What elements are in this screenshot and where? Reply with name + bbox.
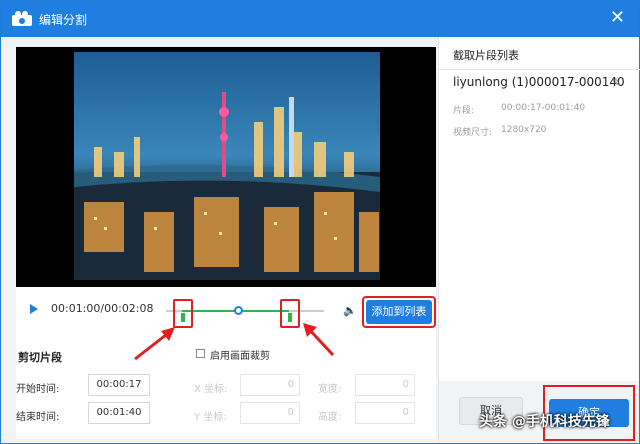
camera-app-icon	[12, 11, 32, 26]
close-icon[interactable]: ✕	[610, 9, 625, 27]
divider	[439, 69, 640, 70]
width-label: 宽度:	[318, 384, 342, 395]
add-button-highlight: 添加到列表	[362, 296, 436, 328]
video-frame-image	[74, 52, 380, 280]
watermark-text: 头条 @手机科技先锋	[479, 414, 610, 430]
clip-list-title: 截取片段列表	[453, 49, 519, 62]
annotation-arrow-left	[134, 327, 175, 361]
y-coordinate-value: 0	[287, 407, 294, 418]
end-marker-handle[interactable]	[280, 299, 300, 328]
window-title: 编辑分割	[39, 13, 88, 27]
x-coordinate-field[interactable]: 0	[240, 374, 300, 396]
volume-icon[interactable]: 🔈	[343, 304, 357, 317]
end-flag-icon	[288, 313, 292, 322]
time-display: 00:01:00/00:02:08	[51, 302, 154, 315]
crop-enable-label: 启用画面裁剪	[210, 351, 270, 362]
edit-split-dialog: 编辑分割 ✕ 00:01:00/00:02:08 🔈 添加到列表 剪切片段 开始…	[0, 0, 640, 444]
player-controls: 00:01:00/00:02:08 🔈 添加到列表	[16, 287, 436, 331]
add-to-list-button[interactable]: 添加到列表	[366, 300, 432, 324]
x-coordinate-label: X 坐标:	[194, 384, 228, 395]
annotation-arrow-right	[303, 323, 335, 357]
clip-name: liyunlong (1)000017-000140	[453, 75, 625, 89]
play-button[interactable]	[30, 304, 38, 314]
end-time-field[interactable]: 00:01:40	[88, 402, 150, 424]
video-preview	[16, 47, 436, 287]
end-time-label: 结束时间:	[16, 412, 60, 423]
start-time-label: 开始时间:	[16, 384, 60, 395]
clip-list-panel: 截取片段列表 liyunlong (1)000017-000140 ✎ 片段: …	[438, 37, 640, 381]
video-size-label: 视频尺寸:	[453, 128, 493, 138]
segment-value: 00:00:17-00:01:40	[501, 103, 586, 113]
y-coordinate-field[interactable]: 0	[240, 402, 300, 424]
playhead-handle[interactable]	[234, 306, 243, 315]
width-value: 0	[402, 379, 409, 390]
clip-settings: 剪切片段 开始时间: 00:00:17 结束时间: 00:01:40 启用画面裁…	[16, 331, 436, 439]
height-label: 高度:	[318, 412, 342, 423]
y-coordinate-label: Y 坐标:	[194, 412, 227, 423]
clip-section-title: 剪切片段	[18, 351, 62, 364]
x-coordinate-value: 0	[287, 379, 294, 390]
start-time-field[interactable]: 00:00:17	[88, 374, 150, 396]
height-value: 0	[402, 407, 409, 418]
video-size-value: 1280x720	[501, 125, 547, 135]
width-field[interactable]: 0	[355, 374, 415, 396]
height-field[interactable]: 0	[355, 402, 415, 424]
crop-enable-checkbox[interactable]	[196, 349, 205, 358]
segment-label: 片段:	[453, 106, 475, 116]
start-flag-icon	[181, 313, 185, 322]
title-bar: 编辑分割 ✕	[1, 1, 639, 37]
pencil-edit-icon[interactable]: ✎	[612, 76, 621, 89]
